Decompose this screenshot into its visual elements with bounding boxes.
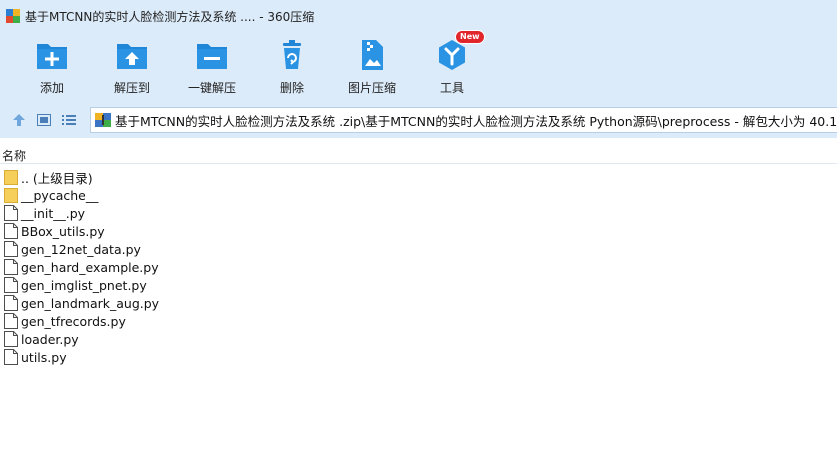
list-item-file[interactable]: gen_12net_data.py (0, 240, 837, 258)
column-name-header[interactable]: 名称 (2, 147, 26, 164)
file-icon (4, 205, 18, 221)
tools-button[interactable]: New 工具 (412, 30, 492, 96)
file-name: gen_tfrecords.py (21, 313, 126, 329)
list-item-file[interactable]: gen_landmark_aug.py (0, 294, 837, 312)
address-bar[interactable]: 基于MTCNN的实时人脸检测方法及系统 .zip\基于MTCNN的实时人脸检测方… (90, 107, 837, 133)
new-badge: New (455, 30, 485, 44)
thumbnail-view-icon (37, 114, 51, 126)
toolbar: 添加 解压到 一键解压 删除 图片压缩 New 工具 (0, 30, 837, 102)
delete-button-label: 删除 (279, 81, 304, 95)
extract-to-button[interactable]: 解压到 (92, 38, 172, 96)
app-logo-icon (6, 9, 20, 23)
folder-icon (4, 188, 18, 203)
image-compress-icon (355, 38, 389, 72)
archive-icon (95, 113, 111, 127)
list-item-folder[interactable]: __pycache__ (0, 186, 837, 204)
file-name: gen_landmark_aug.py (21, 295, 160, 311)
up-arrow-icon (13, 114, 25, 126)
file-icon (4, 313, 18, 329)
file-icon (4, 295, 18, 311)
image-compress-button-label: 图片压缩 (347, 81, 396, 95)
extract-to-button-label: 解压到 (113, 81, 150, 95)
file-icon (4, 223, 18, 239)
address-row: 基于MTCNN的实时人脸检测方法及系统 .zip\基于MTCNN的实时人脸检测方… (0, 102, 837, 138)
file-name: __pycache__ (21, 187, 99, 203)
file-icon (4, 277, 18, 293)
list-item-file[interactable]: __init__.py (0, 204, 837, 222)
column-header: 名称 (0, 144, 837, 164)
list-item-file[interactable]: utils.py (0, 348, 837, 366)
title-bar: 基于MTCNN的实时人脸检测方法及系统 .... - 360压缩 (0, 0, 837, 32)
file-icon (4, 241, 18, 257)
file-list: .. (上级目录) __pycache__ __init__.py BBox_u… (0, 168, 837, 366)
up-level-button[interactable] (8, 109, 30, 131)
address-path: 基于MTCNN的实时人脸检测方法及系统 .zip\基于MTCNN的实时人脸检测方… (115, 113, 837, 129)
extract-to-icon (115, 38, 149, 72)
file-name: __init__.py (21, 205, 86, 221)
tools-icon: New (435, 30, 485, 72)
file-name: gen_imglist_pnet.py (21, 277, 147, 293)
file-icon (4, 259, 18, 275)
thumbnail-view-button[interactable] (33, 109, 55, 131)
list-item-file[interactable]: loader.py (0, 330, 837, 348)
list-item-parent-directory[interactable]: .. (上级目录) (0, 168, 837, 186)
folder-icon (4, 170, 18, 185)
list-item-file[interactable]: BBox_utils.py (0, 222, 837, 240)
file-name: .. (上级目录) (21, 170, 93, 186)
image-compress-button[interactable]: 图片压缩 (332, 38, 412, 96)
file-name: gen_12net_data.py (21, 241, 141, 257)
delete-button[interactable]: 删除 (252, 38, 332, 96)
delete-icon (275, 38, 309, 72)
list-item-file[interactable]: gen_hard_example.py (0, 258, 837, 276)
file-name: BBox_utils.py (21, 223, 105, 239)
list-item-file[interactable]: gen_imglist_pnet.py (0, 276, 837, 294)
list-view-icon (62, 115, 76, 125)
list-view-button[interactable] (58, 109, 80, 131)
tools-button-label: 工具 (439, 81, 464, 95)
add-icon (35, 38, 69, 72)
one-click-extract-button-label: 一键解压 (187, 81, 236, 95)
add-button-label: 添加 (39, 81, 64, 95)
file-name: utils.py (21, 349, 67, 365)
file-name: gen_hard_example.py (21, 259, 159, 275)
file-icon (4, 349, 18, 365)
one-click-extract-button[interactable]: 一键解压 (172, 38, 252, 96)
file-name: loader.py (21, 331, 79, 347)
window-title: 基于MTCNN的实时人脸检测方法及系统 .... - 360压缩 (25, 9, 315, 24)
file-icon (4, 331, 18, 347)
add-button[interactable]: 添加 (12, 38, 92, 96)
one-click-extract-icon (195, 38, 229, 72)
list-item-file[interactable]: gen_tfrecords.py (0, 312, 837, 330)
